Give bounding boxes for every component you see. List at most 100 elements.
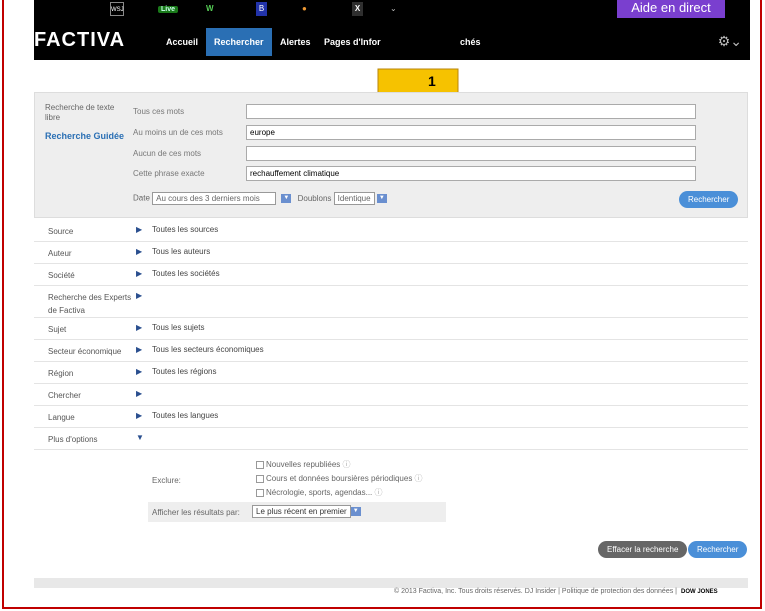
exact-phrase-input[interactable] [246,166,696,181]
filter-value: Toutes les langues [152,411,219,420]
expand-icon[interactable]: ▶ [136,225,142,234]
filter-list: Source ▶ Toutes les sources Auteur ▶ Tous le… [34,220,748,450]
display-dropdown-icon[interactable]: ▼ [350,507,361,516]
display-select[interactable]: Le plus récent en premier [252,505,351,518]
exclude-option-label: Nécrologie, sports, agendas... [266,488,373,497]
expand-icon[interactable]: ▶ [136,247,142,256]
expand-icon[interactable]: ▶ [136,367,142,376]
dow-jones-logo: DOW JONES [680,589,718,595]
date-label: Date [133,193,150,203]
tab-free-text[interactable]: Recherche de texte libre [45,103,125,123]
clear-search-button[interactable]: Effacer la recherche [598,541,688,558]
footer-copyright: © 2013 Factiva, Inc. Tous droits réservé… [394,588,718,595]
exclude-option[interactable]: Nouvelles republiées ⓘ [256,458,423,472]
exclude-option[interactable]: Nécrologie, sports, agendas... ⓘ [256,486,423,500]
filter-value: Tous les secteurs économiques [152,345,264,354]
filter-label: Société [48,271,75,280]
expand-icon[interactable]: ▶ [136,411,142,420]
collapse-icon[interactable]: ▼ [136,433,144,442]
date-dropdown-icon[interactable]: ▼ [281,194,292,203]
footer-bar [34,578,748,588]
checkbox[interactable] [256,460,264,469]
search-panel: Recherche de texte libre Recherche Guidé… [34,92,748,218]
checkbox[interactable] [256,474,264,483]
all-words-input[interactable] [246,104,696,119]
filter-row[interactable]: Secteur économique ▶ Tous les secteurs éco… [34,340,748,362]
main-navbar: FACTIVA Accueil Rechercher Alertes Pages… [34,18,750,60]
expand-icon[interactable]: ▶ [136,269,142,278]
filter-label: Plus d'options [48,435,98,444]
filter-row[interactable]: Région ▶ Toutes les régions [34,362,748,384]
display-value: Le plus récent en premier [256,507,347,516]
filter-row[interactable]: Chercher ▶ [34,384,748,406]
search-mode-tabs: Recherche de texte libre Recherche Guidé… [45,103,125,149]
date-row: Date Au cours des 3 derniers mois ▼ Doub… [133,192,387,205]
search-button-bottom[interactable]: Rechercher [688,541,748,558]
exclude-option[interactable]: Cours et données boursières périodiques … [256,472,423,486]
exclude-options: Nouvelles republiées ⓘ Cours et données … [256,458,423,500]
filter-label: Région [48,369,74,378]
live-icon[interactable]: Live [158,2,179,16]
chevron-down-icon[interactable]: ⌄ [390,2,397,16]
expand-icon[interactable]: ▶ [136,291,142,300]
field-label: Cette phrase exacte [133,169,205,178]
checkbox[interactable] [256,488,264,497]
expand-icon[interactable]: ▶ [136,323,142,332]
filter-value: Toutes les régions [152,367,217,376]
info-icon[interactable]: ⓘ [415,474,423,483]
dup-label: Doublons [297,193,332,203]
expand-icon[interactable]: ▶ [136,389,142,398]
filter-label: Auteur [48,249,72,258]
callout-number: 1 [428,73,436,89]
nav-rechercher[interactable]: Rechercher [206,28,272,56]
filter-label: Source [48,227,74,236]
filter-row[interactable]: Recherche des Experts de Factiva ▶ [34,286,748,318]
filter-row[interactable]: Sujet ▶ Tous les sujets [34,318,748,340]
filter-value: Toutes les sociétés [152,269,220,278]
filter-label: Recherche des Experts de Factiva [48,293,132,315]
field-label: Au moins un de ces mots [133,128,223,137]
field-label: Tous ces mots [133,107,185,116]
info-icon[interactable]: ⓘ [375,488,383,497]
filter-label: Secteur économique [48,347,122,356]
tab-guided[interactable]: Recherche Guidée [45,131,125,141]
filter-label: Chercher [48,391,81,400]
none-words-input[interactable] [246,146,696,161]
display-row: Afficher les résultats par: Le plus réce… [148,502,446,522]
nav-marches[interactable]: chés [452,28,489,56]
expand-icon[interactable]: ▶ [136,345,142,354]
gear-icon[interactable]: ⚙⌄ [718,33,742,50]
copyright-text: © 2013 Factiva, Inc. Tous droits réservé… [394,588,677,595]
exclude-option-label: Cours et données boursières périodiques [266,474,413,483]
dup-value: Identique [337,194,371,203]
wsj-icon[interactable]: WSJ [110,2,124,16]
exclude-option-label: Nouvelles republiées [266,460,341,469]
display-select-wrap: Le plus récent en premier ▼ [252,505,361,518]
factiva-logo: FACTIVA [34,29,126,51]
nav-accueil[interactable]: Accueil [158,28,206,56]
info-icon[interactable]: ⓘ [343,460,351,469]
dup-select[interactable]: Identique [333,192,375,205]
exclude-label: Exclure: [152,476,181,485]
dup-dropdown-icon[interactable]: ▼ [376,194,387,203]
live-label: Live [158,6,179,13]
b-icon[interactable]: B [256,2,267,16]
display-label: Afficher les résultats par: [152,508,240,517]
w-icon[interactable]: W [206,2,214,16]
filter-row-more-options[interactable]: Plus d'options ▼ [34,428,748,450]
filter-row[interactable]: Langue ▶ Toutes les langues [34,406,748,428]
color-icon[interactable]: ● [302,2,307,16]
x-icon[interactable]: X [352,2,363,16]
date-select[interactable]: Au cours des 3 derniers mois [152,192,277,205]
filter-row[interactable]: Source ▶ Toutes les sources [34,220,748,242]
any-words-input[interactable] [246,125,696,140]
filter-label: Sujet [48,325,67,334]
nav-alertes[interactable]: Alertes [272,28,319,56]
filter-row[interactable]: Auteur ▶ Tous les auteurs [34,242,748,264]
filter-value: Tous les auteurs [152,247,211,256]
search-button-top[interactable]: Rechercher [679,191,739,208]
live-help-button[interactable]: Aide en direct [617,0,725,19]
date-value: Au cours des 3 derniers mois [156,194,260,203]
filter-row[interactable]: Société ▶ Toutes les sociétés [34,264,748,286]
nav-pages[interactable]: Pages d'Infor [316,28,389,56]
